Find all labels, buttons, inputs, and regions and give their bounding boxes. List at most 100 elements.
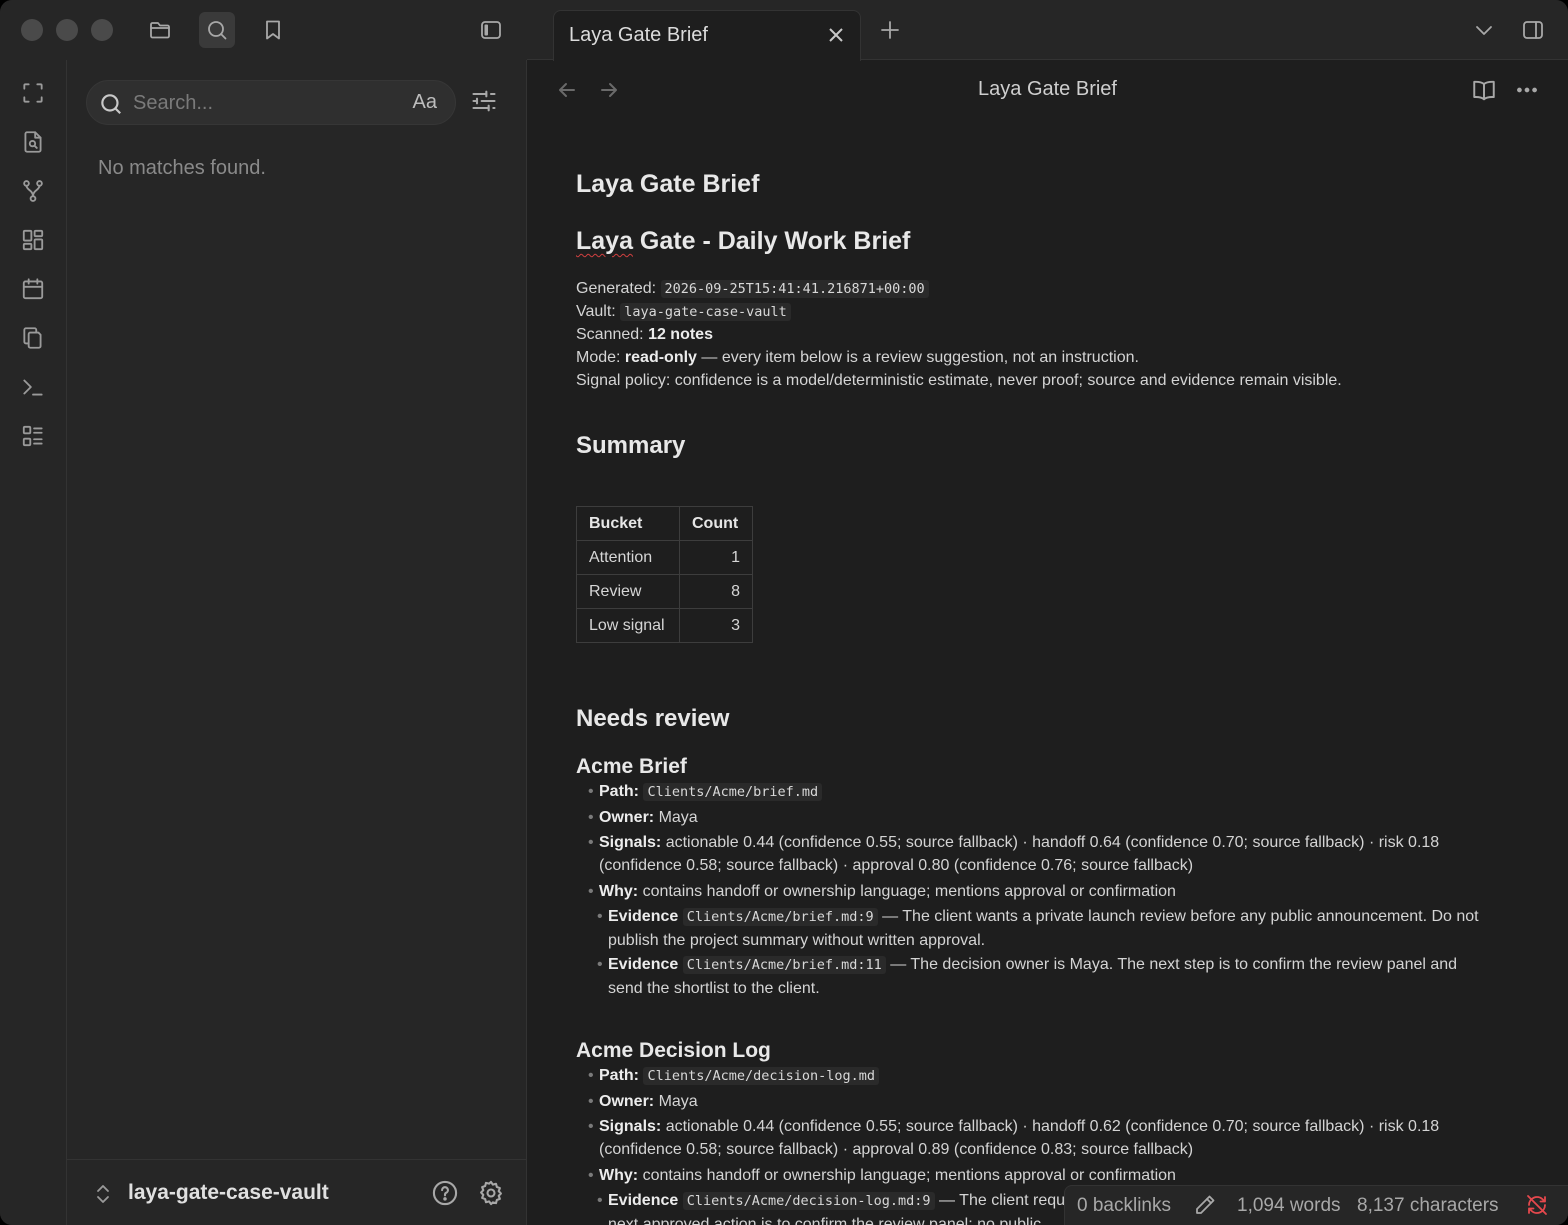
evidence-ref: Clients/Acme/brief.md:9 xyxy=(682,908,878,926)
ribbon-quick-switcher-button[interactable] xyxy=(18,127,48,157)
ribbon xyxy=(0,60,67,1225)
search-panel: Aa No matches found. laya-gate-case-vaul… xyxy=(67,60,527,1225)
path-value: Clients/Acme/decision-log.md xyxy=(643,1067,880,1085)
evidence-text: — The client wants a private launch revi… xyxy=(882,908,1479,925)
mode-label: Mode: xyxy=(576,349,621,366)
scanned-line: Scanned: 12 notes xyxy=(576,326,713,344)
generated-label: Generated: xyxy=(576,280,657,297)
item-title: Acme Brief xyxy=(576,755,687,778)
why-text: contains handoff or ownership language; … xyxy=(642,1167,1176,1184)
sync-status-button[interactable] xyxy=(1525,1193,1551,1219)
signals-text: actionable 0.44 (confidence 0.55; source… xyxy=(665,1118,1440,1135)
table-cell: 1 xyxy=(679,540,753,575)
gear-icon xyxy=(480,1180,502,1206)
why-text: contains handoff or ownership language; … xyxy=(642,883,1176,900)
evidence-label: Evidence xyxy=(608,1192,679,1209)
signals-label: Signals: xyxy=(599,1118,662,1135)
sliders-icon xyxy=(472,90,496,112)
edit-mode-button[interactable] xyxy=(1193,1193,1219,1219)
list-item-why: • Why: contains handoff or ownership lang… xyxy=(588,1167,1176,1184)
chevron-down-icon xyxy=(1476,26,1492,35)
note-heading: Laya Gate - Daily Work Brief xyxy=(576,227,910,256)
evidence-text: — The client requ xyxy=(939,1192,1066,1209)
reading-view-button[interactable] xyxy=(1471,77,1499,105)
mode-description: — every item below is a review suggestio… xyxy=(701,349,1139,366)
help-button[interactable] xyxy=(431,1179,459,1207)
view-title[interactable]: Laya Gate Brief xyxy=(527,78,1568,101)
owner-value: Maya xyxy=(658,1093,698,1110)
app-window: Laya Gate Brief Search... Aa No matches … xyxy=(0,0,1568,1225)
file-search-icon xyxy=(24,131,42,153)
needs-review-heading: Needs review xyxy=(576,705,730,732)
match-case-toggle[interactable]: Aa xyxy=(413,91,437,114)
ribbon-graph-button[interactable] xyxy=(18,176,48,206)
no-matches-text: No matches found. xyxy=(98,157,266,179)
owner-label: Owner: xyxy=(599,1093,655,1110)
settings-button[interactable] xyxy=(477,1179,505,1207)
note-title: Laya Gate Brief xyxy=(576,170,760,198)
vault-line: Vault: laya-gate-case-vault xyxy=(576,303,791,321)
terminal-icon xyxy=(23,379,43,396)
list-item-owner: • Owner: Maya xyxy=(588,1093,698,1110)
search-input[interactable] xyxy=(133,90,393,116)
table-header-row: Bucket Count xyxy=(576,506,753,541)
toggle-right-sidebar-button[interactable] xyxy=(1515,12,1551,48)
ribbon-canvas-button[interactable] xyxy=(18,225,48,255)
vault-switcher-button[interactable] xyxy=(93,1182,113,1206)
close-window-button[interactable] xyxy=(21,19,43,41)
table-header: Count xyxy=(679,506,753,541)
table-row: Low signal 3 xyxy=(576,608,753,643)
evidence-text: — The decision owner is Maya. The next s… xyxy=(890,956,1458,973)
sidebar-right-icon xyxy=(1523,21,1543,39)
ribbon-command-palette-button[interactable] xyxy=(18,372,48,402)
files-tab-button[interactable] xyxy=(142,12,178,48)
generated-value: 2026-09-25T15:41:41.216871+00:00 xyxy=(660,280,929,298)
owner-value: Maya xyxy=(658,809,698,826)
tab-laya-gate-brief[interactable]: Laya Gate Brief xyxy=(553,10,861,61)
bookmarks-tab-button[interactable] xyxy=(255,12,291,48)
minimize-window-button[interactable] xyxy=(56,19,78,41)
graph-icon xyxy=(23,180,43,202)
pencil-icon xyxy=(1196,1195,1215,1214)
item-title: Acme Decision Log xyxy=(576,1039,771,1062)
toggle-left-sidebar-button[interactable] xyxy=(473,12,509,48)
owner-label: Owner: xyxy=(599,809,655,826)
book-open-icon xyxy=(1473,80,1495,101)
summary-table: Bucket Count Attention 1 Review 8 Low si… xyxy=(576,506,753,643)
generated-line: Generated: 2026-09-25T15:41:41.216871+00… xyxy=(576,280,929,298)
evidence-label: Evidence xyxy=(608,956,679,973)
table-cell: Attention xyxy=(576,540,680,575)
ribbon-focus-button[interactable] xyxy=(18,78,48,108)
vault-name[interactable]: laya-gate-case-vault xyxy=(128,1181,329,1205)
close-tab-button[interactable] xyxy=(824,23,848,47)
copy-icon xyxy=(23,327,42,349)
scanned-value: 12 notes xyxy=(648,326,713,343)
tab-list-button[interactable] xyxy=(1466,12,1502,48)
mode-line: Mode: read-only — every item below is a … xyxy=(576,349,1139,367)
search-settings-button[interactable] xyxy=(470,87,500,117)
search-icon xyxy=(208,21,227,40)
tab-title: Laya Gate Brief xyxy=(569,24,708,46)
table-cell: Review xyxy=(576,574,680,609)
signals-text: (confidence 0.58; source fallback) · app… xyxy=(599,1141,1194,1158)
vault-label: Vault: xyxy=(576,303,616,320)
ribbon-templates-button[interactable] xyxy=(18,323,48,353)
more-options-button[interactable] xyxy=(1514,77,1542,105)
sync-off-icon xyxy=(1527,1195,1547,1215)
dashboard-icon xyxy=(22,229,44,251)
close-icon xyxy=(829,28,843,42)
table-cell: 8 xyxy=(679,574,753,609)
backlinks-count[interactable]: 0 backlinks xyxy=(1077,1195,1171,1217)
heading-word-laya: Laya xyxy=(576,227,633,255)
ribbon-daily-note-button[interactable] xyxy=(18,274,48,304)
search-tab-button[interactable] xyxy=(199,12,235,48)
why-label: Why: xyxy=(599,1167,639,1184)
vault-bar: laya-gate-case-vault xyxy=(67,1159,526,1225)
zoom-window-button[interactable] xyxy=(91,19,113,41)
table-cell: 3 xyxy=(679,608,753,643)
list-item-path: • Path: Clients/Acme/decision-log.md xyxy=(588,1064,1509,1088)
ribbon-outline-button[interactable] xyxy=(18,421,48,451)
new-tab-button[interactable] xyxy=(872,12,908,48)
path-label: Path: xyxy=(599,1067,639,1084)
character-count: 8,137 characters xyxy=(1357,1195,1499,1216)
